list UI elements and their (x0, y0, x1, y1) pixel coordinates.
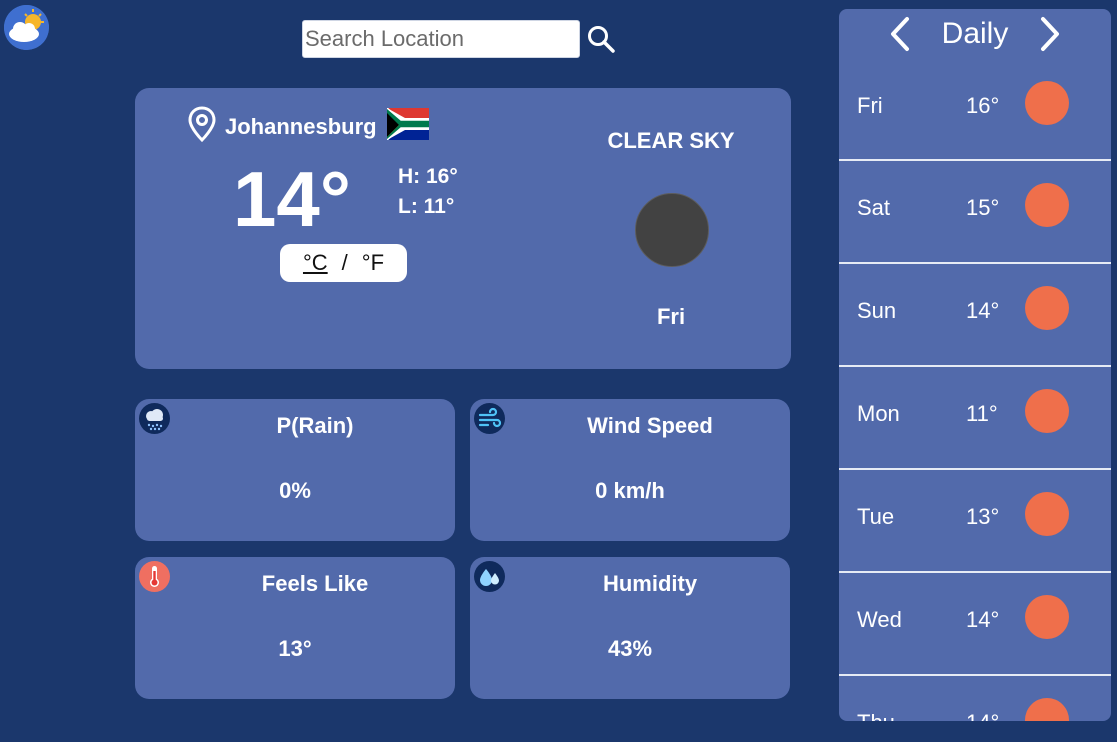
fahrenheit-button[interactable]: °F (362, 250, 384, 276)
sun-icon (1025, 286, 1069, 330)
daily-day: Mon (857, 401, 900, 426)
daily-header: Daily (839, 9, 1111, 59)
sun-icon (1025, 492, 1069, 536)
feels-like-card: Feels Like 13° (135, 557, 455, 699)
humidity-value: 43% (607, 636, 653, 661)
sun-icon (1025, 81, 1069, 125)
celsius-button[interactable]: °C (303, 250, 328, 276)
daily-title: Daily (941, 17, 1009, 50)
daily-row[interactable]: Mon 11° (839, 365, 1111, 467)
wind-speed-card: Wind Speed 0 km/h (470, 399, 790, 541)
daily-temp: 11° (966, 401, 998, 426)
sun-icon (1025, 595, 1069, 639)
feels-like-title: Feels Like (261, 571, 369, 596)
humidity-card: Humidity 43% (470, 557, 790, 699)
daily-day: Wed (857, 607, 902, 632)
daily-row[interactable]: Sun 14° (839, 262, 1111, 364)
daily-row[interactable]: Sat 15° (839, 159, 1111, 261)
location-name: Johannesburg (225, 113, 377, 139)
daily-day: Thu (857, 710, 895, 721)
search-icon[interactable] (584, 22, 618, 56)
daily-temp: 13° (966, 504, 1000, 529)
location-row: Johannesburg (187, 106, 429, 147)
daily-temp: 14° (966, 607, 1000, 632)
rain-value: 0% (279, 478, 311, 503)
sun-icon (1025, 183, 1069, 227)
unit-toggle: °C / °F (280, 244, 407, 282)
rain-probability-card: P(Rain) 0% (135, 399, 455, 541)
high-low: H: 16° L: 11° (398, 162, 458, 222)
daily-day: Tue (857, 504, 895, 529)
wind-value: 0 km/h (595, 478, 665, 503)
daily-day: Fri (857, 93, 883, 118)
chevron-right-icon[interactable] (1038, 16, 1062, 52)
sun-icon (1025, 698, 1069, 721)
search-input[interactable] (302, 20, 580, 58)
current-temperature: 14° (233, 155, 351, 243)
wind-title: Wind Speed (587, 413, 713, 438)
south-africa-flag-icon (386, 107, 429, 145)
daily-temp: 14° (966, 710, 999, 721)
search-bar (302, 20, 618, 58)
unit-separator: / (341, 250, 348, 275)
current-weather-card: Johannesburg 14° H: 16° L: 11° °C / °F C… (135, 88, 791, 369)
humidity-title: Humidity (602, 571, 698, 596)
daily-temp: 15° (966, 195, 1000, 220)
daily-row[interactable]: Tue 13° (839, 468, 1111, 570)
daily-day: Sun (857, 298, 897, 323)
daily-temp: 14° (966, 298, 1000, 323)
daily-day: Sat (857, 195, 891, 220)
sun-icon (1025, 389, 1069, 433)
chevron-left-icon[interactable] (888, 16, 912, 52)
low-temperature: L: 11° (398, 195, 455, 218)
daily-forecast-panel[interactable]: Daily Fri 16° Sat 15° Sun 14° Mon 11° Tu… (839, 9, 1111, 721)
daily-temp: 16° (966, 93, 1000, 118)
high-temperature: H: 16° (398, 165, 458, 188)
daily-row[interactable]: Thu 14° (839, 674, 1111, 721)
weather-condition-icon (635, 193, 709, 267)
daily-row[interactable]: Wed 14° (839, 571, 1111, 673)
rain-title: P(Rain) (276, 413, 354, 438)
condition-label: CLEAR SKY (607, 128, 735, 153)
app-logo-cloud-sun-icon (4, 5, 49, 50)
feels-like-value: 13° (278, 636, 312, 661)
current-day: Fri (656, 304, 686, 329)
location-pin-icon (187, 106, 217, 147)
daily-row[interactable]: Fri 16° (839, 59, 1111, 161)
